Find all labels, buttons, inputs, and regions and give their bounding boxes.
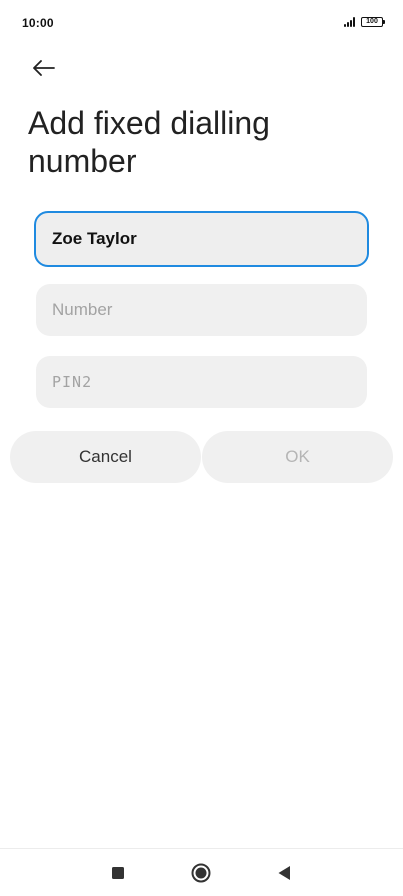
name-input[interactable] — [52, 229, 351, 249]
circle-icon — [191, 863, 211, 883]
battery-icon: 100 — [361, 17, 385, 27]
number-input[interactable] — [52, 300, 351, 320]
nav-back-button[interactable] — [272, 861, 296, 885]
pin2-field[interactable] — [36, 356, 367, 408]
triangle-left-icon — [278, 866, 290, 880]
navigation-bar — [0, 848, 403, 896]
status-time: 10:00 — [22, 16, 54, 30]
name-field[interactable] — [34, 211, 369, 267]
cancel-button[interactable]: Cancel — [10, 431, 201, 483]
pin2-input[interactable] — [52, 373, 351, 391]
battery-level: 100 — [366, 18, 378, 25]
status-icons: 100 — [344, 17, 385, 27]
home-button[interactable] — [189, 861, 213, 885]
screen: 10:00 100 Add fixed dialling number Canc… — [0, 0, 403, 896]
back-button[interactable] — [26, 50, 62, 86]
status-bar: 10:00 100 — [0, 0, 403, 46]
ok-button[interactable]: OK — [202, 431, 393, 483]
square-icon — [112, 867, 124, 879]
recent-apps-button[interactable] — [106, 861, 130, 885]
arrow-left-icon — [33, 60, 55, 76]
page-title: Add fixed dialling number — [28, 105, 270, 179]
signal-icon — [344, 17, 355, 27]
number-field[interactable] — [36, 284, 367, 336]
